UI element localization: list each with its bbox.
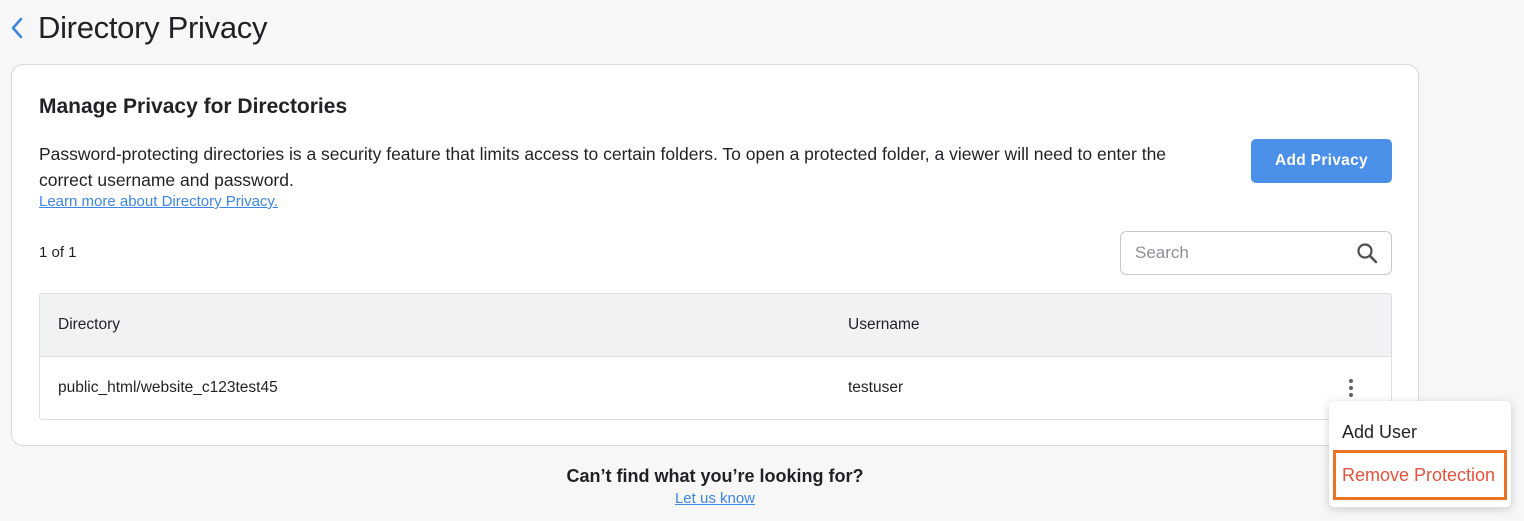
table-row: public_html/website_c123test45 testuser [40,357,1391,419]
footer-question: Can’t find what you’re looking for? [566,466,864,486]
directory-privacy-card: Manage Privacy for Directories Password-… [11,64,1419,446]
row-actions-menu: Add User Remove Protection [1329,401,1511,507]
card-description: Password-protecting directories is a sec… [39,144,1167,190]
add-privacy-button[interactable]: Add Privacy [1251,139,1392,183]
directory-cell: public_html/website_c123test45 [58,379,278,396]
directories-table: Directory Username public_html/website_c… [39,293,1392,420]
row-actions-kebab-icon[interactable] [1341,375,1361,401]
page-header: Directory Privacy [10,6,267,50]
chevron-left-icon[interactable] [10,16,24,40]
page: Directory Privacy Manage Privacy for Dir… [0,0,1524,521]
search-input[interactable] [1121,232,1356,274]
username-cell: testuser [848,379,904,396]
column-header-username[interactable]: Username [848,294,920,356]
search-icon[interactable] [1356,241,1378,265]
footer-link-wrapper: Let us know [0,490,1430,507]
pagination-count: 1 of 1 [39,244,77,261]
column-header-directory[interactable]: Directory [58,294,120,356]
page-title: Directory Privacy [38,10,268,45]
search-box [1120,231,1392,275]
card-title: Manage Privacy for Directories [39,95,348,118]
let-us-know-link[interactable]: Let us know [675,490,755,507]
back-button[interactable] [10,14,28,42]
table-header: Directory Username [40,294,1391,357]
menu-item-remove-protection[interactable]: Remove Protection [1333,450,1507,500]
learn-more-link[interactable]: Learn more about Directory Privacy. [39,193,278,210]
menu-item-add-user[interactable]: Add User [1333,410,1507,454]
